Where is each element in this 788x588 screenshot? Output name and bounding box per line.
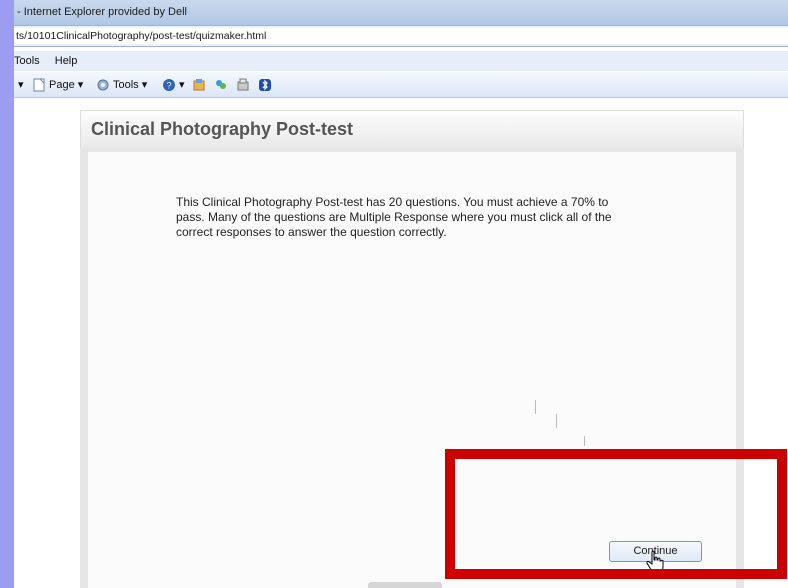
- page-menu-label: Page: [49, 79, 75, 91]
- help-menu[interactable]: ? ▾: [162, 72, 185, 98]
- svg-text:?: ?: [166, 81, 171, 91]
- help-icon: ?: [163, 79, 175, 92]
- address-input[interactable]: ts/10101ClinicalPhotography/post-test/qu…: [14, 28, 788, 44]
- quiz-header: Clinical Photography Post-test: [80, 110, 744, 148]
- menu-item-help[interactable]: Help: [55, 55, 78, 67]
- bluetooth-button[interactable]: [258, 72, 275, 98]
- bluetooth-icon: [259, 79, 271, 92]
- menu-item-tools[interactable]: Tools: [14, 55, 40, 67]
- address-bar[interactable]: ts/10101ClinicalPhotography/post-test/qu…: [14, 25, 788, 47]
- intro-text: This Clinical Photography Post-test has …: [176, 195, 612, 239]
- window-title: - Internet Explorer provided by Dell: [14, 0, 788, 25]
- command-bar: ▾ Page ▾ Tools ▾ ? ▾: [14, 72, 788, 98]
- page-icon: [33, 78, 45, 92]
- menu-bar: Tools Help: [14, 51, 788, 71]
- messenger-icon: [216, 80, 226, 90]
- messenger-button[interactable]: [214, 72, 231, 98]
- page-menu[interactable]: Page ▾: [32, 72, 83, 98]
- tools-extra-icon: [237, 78, 249, 91]
- tools-menu[interactable]: Tools ▾: [96, 72, 147, 98]
- tools-menu-label: Tools: [113, 79, 139, 91]
- highlight-box: [445, 449, 787, 579]
- gear-icon: [97, 79, 109, 91]
- rendering-artifact: [556, 414, 557, 428]
- tools-extra-button[interactable]: [236, 72, 253, 98]
- dropdown-arrow-icon[interactable]: ▾: [18, 72, 24, 98]
- page-title: Clinical Photography Post-test: [91, 119, 354, 139]
- research-button[interactable]: [192, 72, 209, 98]
- bottom-tab: [368, 582, 442, 588]
- research-icon: [193, 79, 205, 91]
- rendering-artifact: [535, 400, 536, 414]
- rendering-artifact: [584, 436, 585, 446]
